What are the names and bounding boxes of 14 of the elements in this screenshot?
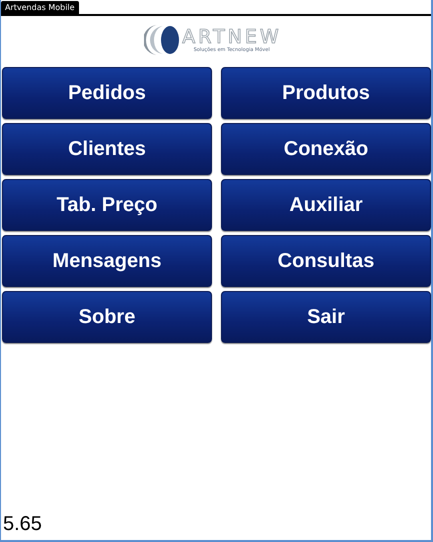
version-label: 5.65 — [2, 513, 42, 537]
menu-button[interactable]: Produtos — [221, 67, 431, 119]
logo-icon — [144, 23, 180, 57]
menu-button[interactable]: Sair — [221, 291, 431, 343]
menu-button[interactable]: Mensagens — [2, 235, 212, 287]
menu-button[interactable]: Auxiliar — [221, 179, 431, 231]
logo-wordmark: ARTNEW — [182, 27, 282, 47]
menu-button[interactable]: Sobre — [2, 291, 212, 343]
menu-button[interactable]: Clientes — [2, 123, 212, 175]
menu-button[interactable]: Consultas — [221, 235, 431, 287]
menu-button[interactable]: Conexão — [221, 123, 431, 175]
window-title: Artvendas Mobile — [1, 1, 79, 14]
menu-button[interactable]: Pedidos — [2, 67, 212, 119]
menu-button[interactable]: Tab. Preço — [2, 179, 212, 231]
